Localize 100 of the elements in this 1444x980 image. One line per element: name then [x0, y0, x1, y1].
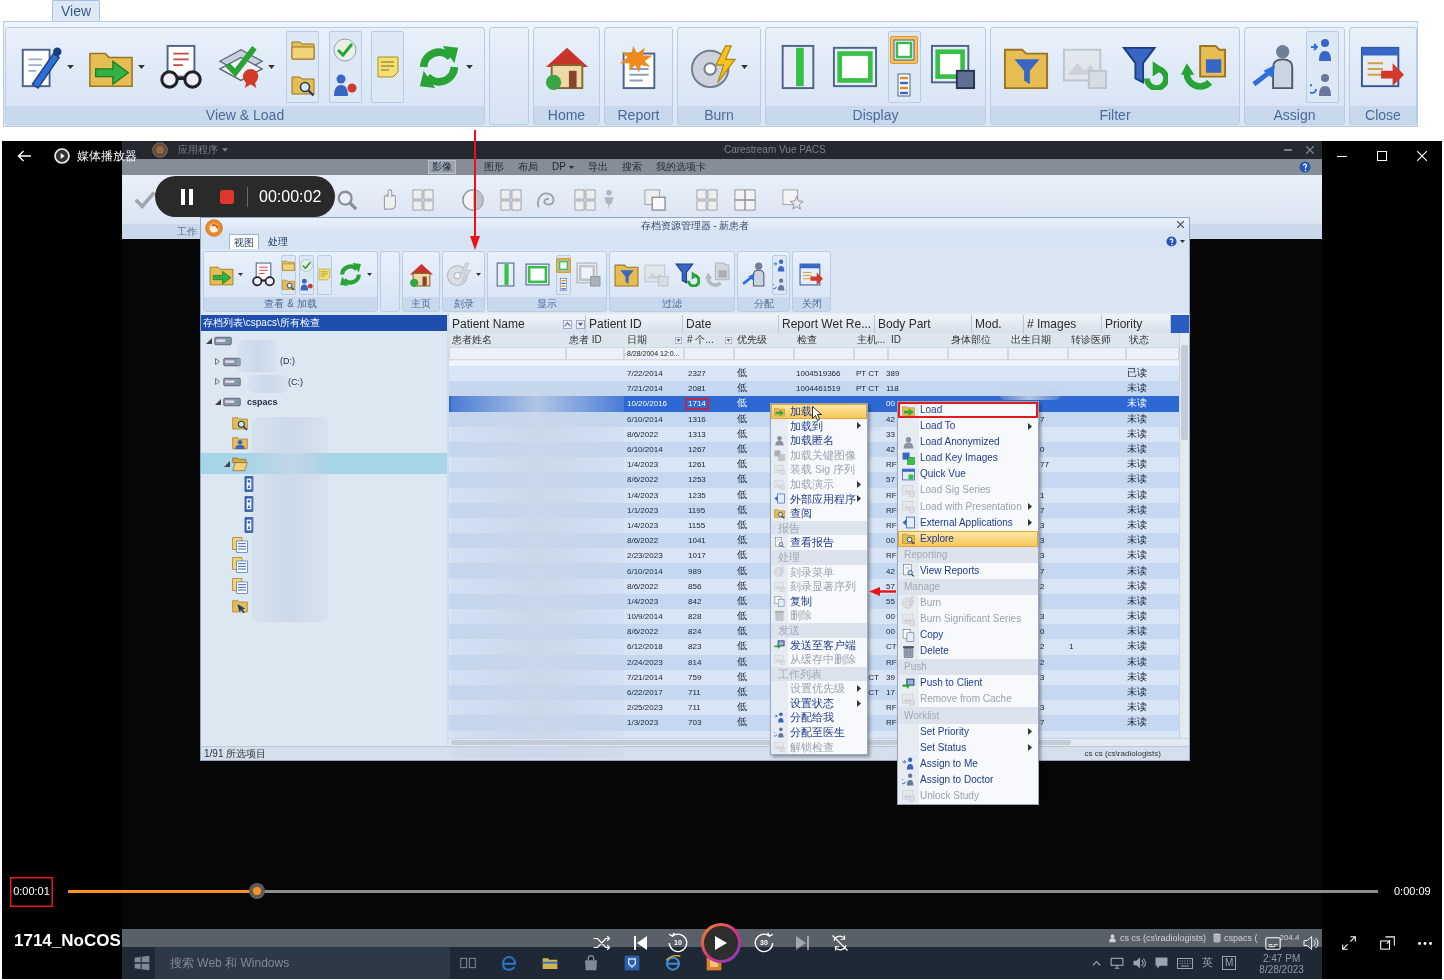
window-title: 媒体播放器 [77, 148, 137, 164]
table-cell: 低 [737, 458, 747, 471]
table-cell: 118 [886, 383, 899, 396]
clock-date: 8/28/2023 [1259, 964, 1304, 975]
table-cell: 未读 [1127, 397, 1147, 410]
table-cell: 8/6/2022 [627, 580, 659, 593]
table-cell: 低 [737, 367, 747, 380]
table-cell: 3 [1040, 519, 1045, 532]
table-cell: 未读 [1127, 443, 1147, 456]
group-label: 显示 [488, 297, 606, 311]
table-cell: 未读 [1127, 686, 1147, 699]
table-cell: 8/6/2022 [627, 626, 659, 639]
table-cell: 2 [1040, 641, 1045, 654]
table-cell-text: 1316 [687, 413, 707, 426]
table-cell: 未读 [1127, 701, 1147, 714]
table-cell: 1004461519 [796, 383, 841, 396]
table-cell: 3 [1040, 611, 1045, 624]
group-label: Home [534, 106, 599, 124]
table-cell: 00 [886, 535, 895, 548]
status-text: 1/91 所选项目 [204, 747, 267, 760]
table-cell: 6/10/2014 [627, 413, 663, 426]
table-cell: 57 [886, 580, 895, 593]
group-label: 分配 [738, 297, 789, 311]
table-cell: 7/21/2014 [627, 671, 663, 684]
table-cell: 1/3/2023 [627, 717, 659, 730]
tree-header: 存档列表\cspacs\所有检查 [201, 315, 447, 331]
total-time: 0:00:09 [1394, 885, 1431, 899]
app-title: Carestream Vue PACS [724, 144, 826, 156]
table-cell: 未读 [1127, 625, 1147, 638]
table-cell: 未读 [1127, 458, 1147, 471]
table-cell: 39 [886, 671, 895, 684]
clock-time: 2:47 PM [1262, 953, 1301, 964]
table-cell: 00 [886, 626, 895, 639]
table-cell-text: 1253 [687, 474, 707, 487]
status-text: cs cs (cs\radiologists) [1084, 748, 1161, 759]
table-cell: 低 [737, 443, 747, 456]
table-cell: 6/22/2017 [627, 687, 663, 700]
table-cell: 42 [886, 413, 895, 426]
table-cell: 3 [1040, 671, 1045, 684]
table-cell: 3 [1040, 702, 1045, 715]
status-text: cs cs (cs\radiologists) [1120, 932, 1207, 944]
table-cell: 未读 [1127, 594, 1147, 607]
table-cell-text: 711 [687, 702, 702, 715]
table-cell-text: 989 [687, 565, 703, 578]
table-cell-text: 2327 [687, 368, 707, 381]
menu-section-header: Manage [898, 578, 1038, 595]
group-label: 工作 [177, 225, 197, 238]
table-cell-text: 824 [687, 626, 703, 639]
table-cell: 1004519366 [796, 368, 841, 381]
table-cell-text: 711 [687, 687, 702, 700]
table-cell-text: 1155 [687, 519, 707, 532]
table-cell: PT CT [856, 368, 879, 381]
status-text: 204.4 [1279, 933, 1300, 943]
table-cell: 0 [1040, 626, 1045, 639]
group-label: 查看 & 加载 [204, 297, 377, 311]
table-cell: 7 [1040, 504, 1045, 517]
table-cell: 10/20/2016 [627, 398, 668, 411]
group-label: Close [1350, 106, 1416, 124]
table-cell-text: 1041 [687, 535, 707, 548]
table-cell-text: 828 [687, 611, 703, 624]
table-cell: 低 [737, 549, 747, 562]
table-cell: CT [868, 671, 879, 684]
group-label: 过滤 [610, 297, 734, 311]
table-cell: 6/10/2014 [627, 444, 663, 457]
table-cell: 1/1/2023 [627, 504, 659, 517]
table-cell-text: 1017 [687, 550, 707, 563]
table-cell: 未读 [1127, 549, 1147, 562]
table-cell: 2 [1040, 580, 1045, 593]
table-cell: 未读 [1127, 564, 1147, 577]
menu-section-header: Push [898, 659, 1038, 676]
table-cell-text: 2081 [687, 383, 707, 396]
recording-time: 00:00:02 [259, 186, 322, 207]
table-cell: CT [868, 687, 879, 700]
table-cell: 8/6/2022 [627, 428, 659, 441]
table-cell: 低 [737, 625, 747, 638]
table-cell: 未读 [1127, 716, 1147, 729]
group-label: View & Load [6, 106, 484, 124]
table-cell: 7/21/2014 [627, 383, 663, 396]
table-cell: 未读 [1127, 670, 1147, 683]
table-cell: 未读 [1127, 534, 1147, 547]
table-cell: 未读 [1127, 640, 1147, 653]
table-cell: 未读 [1127, 412, 1147, 425]
table-cell: 00 [886, 611, 895, 624]
window-title: 存档资源管理器 - 新患者 [640, 219, 750, 232]
table-cell: 1714 [685, 398, 709, 411]
table-cell-text: 703 [687, 717, 703, 730]
table-cell: 1/4/2023 [627, 459, 659, 472]
group-label: Burn [678, 106, 760, 124]
table-cell: 42 [886, 444, 895, 457]
table-cell: 低 [737, 716, 747, 729]
table-cell: 已读 [1127, 367, 1147, 380]
table-cell: 57 [886, 474, 895, 487]
menu-section-header: Worklist [898, 707, 1038, 724]
table-cell: 低 [737, 397, 747, 410]
table-cell: 6/12/2018 [627, 641, 663, 654]
table-cell-text: 1261 [687, 459, 707, 472]
table-cell: RF [886, 489, 897, 502]
table-cell: 8/6/2022 [627, 535, 659, 548]
table-cell: 17 [886, 687, 895, 700]
table-cell: RF [886, 504, 897, 517]
